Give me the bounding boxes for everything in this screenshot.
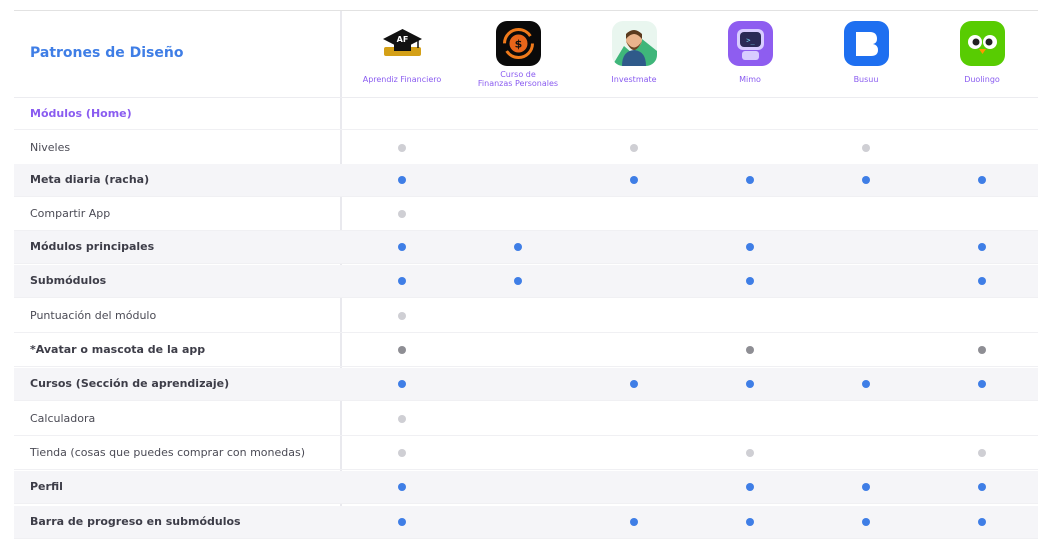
app-name: Mimo xyxy=(739,75,761,84)
graduation-cap-icon: AF xyxy=(380,21,425,66)
status-dot-blue xyxy=(398,176,406,184)
table-row: Cursos (Sección de aprendizaje) xyxy=(14,368,1038,401)
feature-label: Módulos principales xyxy=(30,240,155,253)
status-dot-lightgray xyxy=(978,449,986,457)
status-dot-blue xyxy=(862,518,870,526)
feature-label: Cursos (Sección de aprendizaje) xyxy=(30,377,230,390)
status-dot-lightgray xyxy=(398,415,406,423)
status-dot-blue xyxy=(746,176,754,184)
feature-label: Perfil xyxy=(30,480,63,493)
app-column-mimo: >_ Mimo xyxy=(692,21,808,97)
logo-text-af: AF xyxy=(397,35,409,44)
owl-mascot-icon xyxy=(960,21,1005,66)
status-dot-blue xyxy=(862,176,870,184)
status-dot-lightgray xyxy=(862,144,870,152)
status-dot-lightgray xyxy=(398,144,406,152)
app-column-investmate: Investmate xyxy=(576,21,692,97)
status-dot-blue xyxy=(746,243,754,251)
status-dot-lightgray xyxy=(398,312,406,320)
robot-mascot-icon: >_ xyxy=(728,21,773,66)
svg-text:>_: >_ xyxy=(746,37,755,45)
app-column-aprendiz: AF Aprendiz Financiero xyxy=(344,21,460,97)
table-row: Niveles xyxy=(14,132,1038,165)
table-row: Puntuación del módulo xyxy=(14,300,1038,333)
table-row: Perfil xyxy=(14,471,1038,504)
status-dot-blue xyxy=(862,483,870,491)
status-dot-blue xyxy=(398,277,406,285)
status-dot-blue xyxy=(398,243,406,251)
feature-label: Submódulos xyxy=(30,274,107,287)
logo-text-dollar: $ xyxy=(515,38,523,51)
table-row: Meta diaria (racha) xyxy=(14,164,1038,197)
status-dot-blue xyxy=(746,518,754,526)
bearded-man-mascot-icon xyxy=(612,21,657,66)
status-dot-lightgray xyxy=(398,449,406,457)
status-dot-blue xyxy=(862,380,870,388)
status-dot-blue xyxy=(630,380,638,388)
feature-label: Meta diaria (racha) xyxy=(30,173,150,186)
feature-label: Calculadora xyxy=(30,412,96,425)
feature-label: Compartir App xyxy=(30,207,111,220)
status-dot-blue xyxy=(978,380,986,388)
table-row: *Avatar o mascota de la app xyxy=(14,334,1038,367)
table-row: Barra de progreso en submódulos xyxy=(14,506,1038,539)
status-dot-blue xyxy=(978,277,986,285)
section-label: Módulos (Home) xyxy=(30,107,132,120)
app-name-line: Finanzas Personales xyxy=(477,79,559,88)
app-name: Investmate xyxy=(611,75,657,84)
speech-bubble-icon xyxy=(844,21,889,66)
status-dot-blue xyxy=(514,277,522,285)
table-header: Patrones de Diseño AF Aprendiz Financier… xyxy=(14,11,1038,98)
feature-label: Barra de progreso en submódulos xyxy=(30,515,241,528)
status-dot-lightgray xyxy=(398,210,406,218)
status-dot-blue xyxy=(746,277,754,285)
table-row: Submódulos xyxy=(14,265,1038,298)
app-name: Curso de Finanzas Personales xyxy=(460,70,576,88)
status-dot-blue xyxy=(398,380,406,388)
app-column-duolingo: Duolingo xyxy=(924,21,1038,97)
feature-label: *Avatar o mascota de la app xyxy=(30,343,206,356)
table-row: Tienda (cosas que puedes comprar con mon… xyxy=(14,437,1038,470)
status-dot-blue xyxy=(978,176,986,184)
app-name: Aprendiz Financiero xyxy=(362,75,442,84)
status-dot-blue xyxy=(978,518,986,526)
status-dot-darkgray xyxy=(398,346,406,354)
section-row: Módulos (Home) xyxy=(14,99,1038,130)
status-dot-blue xyxy=(514,243,522,251)
app-column-busuu: Busuu xyxy=(808,21,924,97)
coin-cycle-icon: $ xyxy=(496,21,541,66)
status-dot-lightgray xyxy=(630,144,638,152)
status-dot-blue xyxy=(978,483,986,491)
status-dot-darkgray xyxy=(978,346,986,354)
status-dot-darkgray xyxy=(746,346,754,354)
app-name: Duolingo xyxy=(964,75,1000,84)
comparison-table: Patrones de Diseño AF Aprendiz Financier… xyxy=(14,10,1038,539)
table-row: Compartir App xyxy=(14,198,1038,231)
app-name-line: Curso de xyxy=(500,70,536,79)
table-row: Calculadora xyxy=(14,403,1038,436)
status-dot-blue xyxy=(978,243,986,251)
feature-label: Tienda (cosas que puedes comprar con mon… xyxy=(30,446,306,459)
status-dot-blue xyxy=(630,518,638,526)
app-name: Busuu xyxy=(853,75,879,84)
status-dot-lightgray xyxy=(746,449,754,457)
app-column-curso: $ Curso de Finanzas Personales xyxy=(460,21,576,97)
status-dot-blue xyxy=(398,483,406,491)
status-dot-blue xyxy=(398,518,406,526)
feature-label: Puntuación del módulo xyxy=(30,309,157,322)
feature-label: Niveles xyxy=(30,141,71,154)
page-title: Patrones de Diseño xyxy=(30,45,184,61)
status-dot-blue xyxy=(746,380,754,388)
table-row: Módulos principales xyxy=(14,231,1038,264)
status-dot-blue xyxy=(630,176,638,184)
status-dot-blue xyxy=(746,483,754,491)
